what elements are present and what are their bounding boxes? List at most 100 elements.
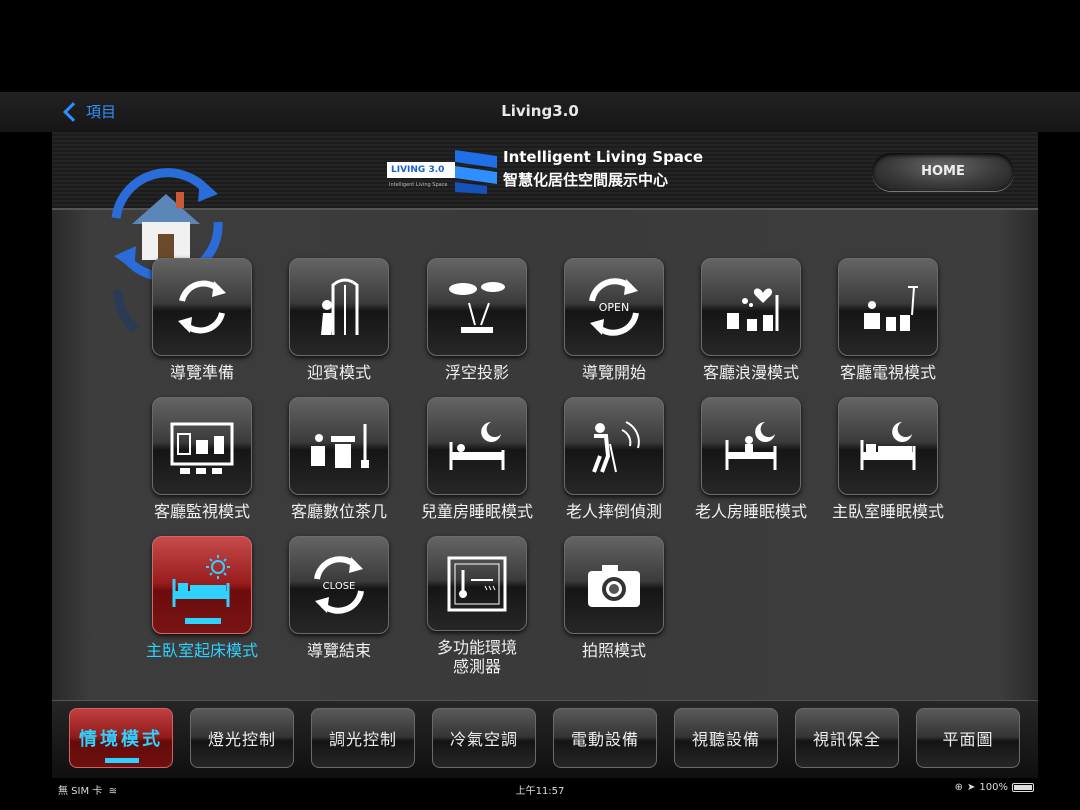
scene-button[interactable]: [564, 536, 664, 634]
brand-logo: LIVING 3.0 Intelligent Living Space Inte…: [385, 144, 715, 198]
rotation-lock-icon: ⊕: [954, 782, 964, 793]
scene-tour-start[interactable]: OPEN 導覽開始: [545, 258, 683, 398]
digital-table-icon: [311, 424, 369, 468]
scene-floating-projection[interactable]: 浮空投影: [408, 258, 546, 398]
tab-label: 調光控制: [328, 730, 397, 749]
scene-label: 主臥室睡眠模式: [831, 502, 944, 521]
scene-living-digital-table[interactable]: 客廳數位茶几: [270, 397, 408, 537]
scene-button[interactable]: [564, 397, 664, 495]
scene-button[interactable]: [701, 258, 801, 356]
brand-title-zh: 智慧化居住空間展示中心: [503, 171, 669, 189]
scene-button[interactable]: [152, 258, 252, 356]
active-indicator: [185, 618, 221, 624]
home-button[interactable]: HOME: [872, 153, 1014, 191]
scene-button[interactable]: [427, 397, 527, 495]
scene-button[interactable]: [289, 397, 389, 495]
tv-lamp-icon: [864, 286, 918, 331]
svg-text:OPEN: OPEN: [599, 301, 629, 314]
svg-text:CLOSE: CLOSE: [323, 581, 356, 592]
tab-motorized-devices[interactable]: 電動設備: [553, 708, 657, 768]
battery-level: [1014, 785, 1032, 790]
tab-air-conditioning[interactable]: 冷氣空調: [432, 708, 536, 768]
scene-label: 客廳監視模式: [153, 502, 250, 521]
scene-label-line1: 多功能環境: [436, 638, 517, 657]
scene-button[interactable]: [427, 536, 527, 631]
tab-label: 電動設備: [570, 730, 639, 749]
scene-label: 客廳浪漫模式: [702, 363, 799, 382]
scene-living-surveillance[interactable]: 客廳監視模式: [133, 397, 271, 537]
scene-button[interactable]: [152, 536, 252, 634]
scene-label: 拍照模式: [581, 641, 646, 660]
nav-title: Living3.0: [501, 102, 579, 120]
scene-welcome[interactable]: 迎賓模式: [270, 258, 408, 398]
tab-label: 視聽設備: [691, 730, 760, 749]
camera-icon: [588, 565, 640, 607]
scene-label: 兒童房睡眠模式: [420, 502, 533, 521]
scene-label: 導覽準備: [169, 363, 234, 382]
scene-label: 迎賓模式: [306, 363, 371, 382]
scene-button[interactable]: OPEN: [564, 258, 664, 356]
floating-projection-icon: [449, 282, 505, 333]
scene-label: 浮空投影: [444, 363, 509, 382]
tab-av-devices[interactable]: 視聽設備: [674, 708, 778, 768]
scene-tour-end[interactable]: CLOSE 導覽結束: [270, 536, 408, 676]
location-icon: ➤: [967, 782, 976, 793]
tab-dimming[interactable]: 調光控制: [311, 708, 415, 768]
scene-tour-prepare[interactable]: 導覽準備: [133, 258, 271, 398]
scene-label: 導覽結束: [306, 641, 371, 660]
tab-scene-mode[interactable]: 情境模式: [69, 708, 173, 768]
env-sensor-icon: [447, 556, 507, 611]
active-tab-indicator: [105, 758, 139, 763]
open-cycle-icon: OPEN: [589, 278, 639, 336]
scene-label: 老人摔倒偵測: [565, 502, 662, 521]
tab-label: 情境模式: [79, 729, 163, 750]
scene-elder-fall-detection[interactable]: 老人摔倒偵測: [545, 397, 683, 537]
scene-button[interactable]: [152, 397, 252, 495]
battery-icon: [1012, 783, 1034, 792]
status-bar: 無 SIM 卡 ≋ 上午11:57 ⊕ ➤ 100%: [0, 778, 1080, 800]
scene-button[interactable]: CLOSE: [289, 536, 389, 634]
status-time: 上午11:57: [515, 786, 565, 797]
nav-bar: 項目 Living3.0: [0, 92, 1080, 132]
tab-label: 視訊保全: [812, 730, 881, 749]
scene-button[interactable]: [701, 397, 801, 495]
tab-video-security[interactable]: 視訊保全: [795, 708, 899, 768]
close-cycle-icon: CLOSE: [314, 556, 364, 614]
scene-master-sleep[interactable]: 主臥室睡眠模式: [819, 397, 957, 537]
elder-sleep-moon-icon: [725, 422, 777, 470]
scene-button[interactable]: [427, 258, 527, 356]
scene-living-tv[interactable]: 客廳電視模式: [819, 258, 957, 398]
status-right: ⊕ ➤ 100%: [955, 782, 1034, 793]
scene-button[interactable]: [289, 258, 389, 356]
elder-fall-detect-icon: [592, 421, 640, 473]
scene-label-line2: 感測器: [452, 657, 501, 676]
scene-label: 多功能環境 感測器: [437, 638, 517, 676]
scene-elder-sleep[interactable]: 老人房睡眠模式: [682, 397, 820, 537]
scene-label: 老人房睡眠模式: [694, 502, 807, 521]
scene-living-romance[interactable]: 客廳浪漫模式: [682, 258, 820, 398]
scene-child-sleep[interactable]: 兒童房睡眠模式: [408, 397, 546, 537]
romance-heart-icon: [727, 288, 779, 331]
brand-badge: LIVING 3.0: [387, 162, 455, 178]
battery-percent: 100%: [979, 782, 1008, 793]
tab-floor-plan[interactable]: 平面圖: [916, 708, 1020, 768]
scene-label: 導覽開始: [581, 363, 646, 382]
greeting-door-icon: [321, 278, 359, 335]
brand-title-en: Intelligent Living Space: [503, 148, 703, 166]
scene-env-sensor[interactable]: 多功能環境 感測器: [408, 536, 546, 676]
scene-label: 客廳數位茶几: [290, 502, 387, 521]
scene-button[interactable]: [838, 258, 938, 356]
child-sleep-moon-icon: [449, 422, 505, 470]
bed-sleep-moon-icon: [860, 422, 916, 470]
scene-photo[interactable]: 拍照模式: [545, 536, 683, 676]
scene-master-wakeup[interactable]: 主臥室起床模式: [133, 536, 271, 676]
tab-label: 平面圖: [942, 730, 994, 749]
surveillance-screen-icon: [170, 422, 234, 474]
scene-button[interactable]: [838, 397, 938, 495]
tab-label: 冷氣空調: [449, 730, 518, 749]
cycle-arrows-icon: [178, 280, 226, 334]
scene-label: 客廳電視模式: [839, 363, 936, 382]
brand-mark-icon: [455, 150, 497, 194]
bed-wakeup-sun-icon: [172, 555, 230, 607]
tab-lighting[interactable]: 燈光控制: [190, 708, 294, 768]
